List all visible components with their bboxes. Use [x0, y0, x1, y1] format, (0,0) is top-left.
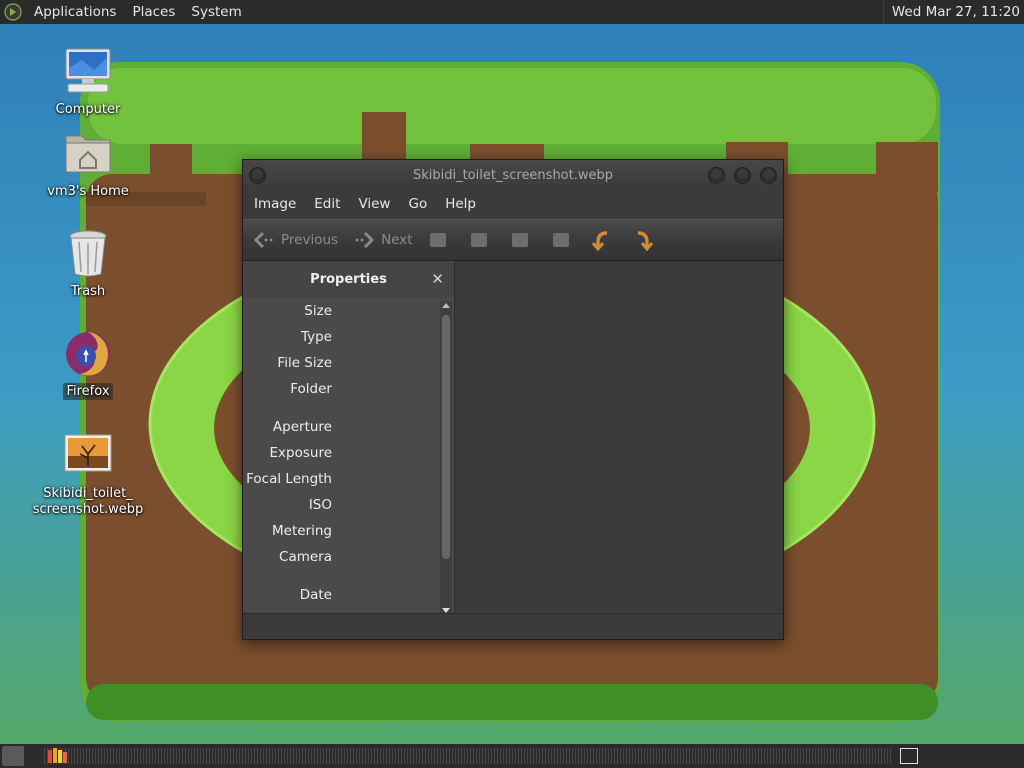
property-type: Type — [300, 329, 332, 345]
top-panel: Applications Places System Wed Mar 27, 1… — [0, 0, 1024, 24]
previous-label: Previous — [281, 232, 339, 248]
show-desktop-button[interactable] — [2, 746, 24, 766]
zoom-out-button[interactable] — [463, 225, 495, 255]
desktop-icon-firefox[interactable]: Firefox — [28, 328, 148, 400]
close-button[interactable] — [760, 167, 777, 184]
desktop-icon-label-line1: Skibidi_toilet_ — [43, 486, 133, 501]
toolbar: Previous Next — [243, 219, 783, 261]
desktop-icon-computer[interactable]: Computer — [28, 46, 148, 118]
window-titlebar[interactable]: Skibidi_toilet_screenshot.webp — [243, 160, 783, 191]
zoom-in-button[interactable] — [422, 225, 454, 255]
zoom-in-icon — [429, 233, 446, 247]
normal-size-icon — [511, 233, 528, 247]
desktop-icon-label: Trash — [70, 284, 106, 299]
zoom-out-icon — [470, 233, 487, 247]
properties-list: Size Type File Size Folder Aperture Expo… — [243, 299, 439, 615]
property-file-size: File Size — [277, 355, 332, 371]
scrollbar-thumb[interactable] — [442, 315, 450, 559]
window-menu-button[interactable] — [249, 167, 266, 184]
best-fit-button[interactable] — [545, 225, 577, 255]
menu-view[interactable]: View — [349, 191, 399, 218]
sidebar-scrollbar[interactable] — [440, 301, 452, 615]
statusbar — [243, 613, 783, 639]
image-view-area[interactable] — [455, 261, 783, 615]
next-label: Next — [381, 232, 413, 248]
scroll-up-arrow-icon[interactable] — [442, 303, 450, 308]
rotate-left-icon — [591, 231, 607, 251]
menu-image[interactable]: Image — [245, 191, 305, 218]
clock[interactable]: Wed Mar 27, 11:20 — [882, 0, 1020, 24]
desktop-icon-label-line2: screenshot.webp — [32, 502, 144, 517]
next-button[interactable]: Next — [353, 225, 413, 255]
window-title: Skibidi_toilet_screenshot.webp — [412, 168, 614, 183]
window-list[interactable] — [44, 748, 892, 764]
arrow-right-icon — [355, 231, 375, 249]
system-menu[interactable]: System — [183, 0, 249, 24]
desktop-icon-label: vm3's Home — [47, 184, 129, 199]
applications-menu[interactable]: Applications — [26, 0, 124, 24]
bottom-panel — [0, 744, 1024, 768]
desktop-icon-image-file[interactable]: Skibidi_toilet_ screenshot.webp — [28, 430, 148, 518]
sidebar-title: Properties — [310, 272, 387, 287]
maximize-button[interactable] — [734, 167, 751, 184]
sidebar-header: Properties ✕ — [243, 261, 454, 298]
desktop-icon-trash[interactable]: Trash — [28, 228, 148, 300]
previous-button[interactable]: Previous — [253, 225, 338, 255]
image-viewer-task-icon[interactable] — [46, 747, 70, 765]
desktop-icon-home[interactable]: vm3's Home — [28, 128, 148, 200]
menu-edit[interactable]: Edit — [305, 191, 349, 218]
property-size: Size — [304, 303, 332, 319]
home-folder-icon — [65, 135, 111, 173]
desktop-icon-label: Computer — [55, 102, 121, 117]
menubar: Image Edit View Go Help — [243, 191, 783, 218]
property-folder: Folder — [290, 381, 332, 397]
firefox-icon — [66, 332, 110, 376]
property-iso: ISO — [308, 497, 332, 513]
desktop-icon-label: Firefox — [63, 383, 113, 400]
sidebar-close-icon[interactable]: ✕ — [431, 270, 444, 288]
image-file-icon — [64, 434, 112, 472]
content-area: Properties ✕ Size Type File Size Folder … — [243, 261, 783, 615]
property-exposure: Exposure — [269, 445, 333, 461]
normal-size-button[interactable] — [504, 225, 536, 255]
best-fit-icon — [552, 233, 569, 247]
mate-logo-icon[interactable] — [0, 0, 26, 24]
places-menu[interactable]: Places — [124, 0, 183, 24]
rotate-right-icon — [637, 231, 653, 251]
menu-help[interactable]: Help — [436, 191, 485, 218]
workspace-switcher[interactable] — [900, 748, 918, 764]
computer-icon — [65, 48, 111, 93]
property-aperture: Aperture — [272, 419, 332, 435]
property-date: Date — [299, 587, 332, 603]
property-metering: Metering — [272, 523, 332, 539]
property-focal-length: Focal Length — [246, 471, 332, 487]
minimize-button[interactable] — [708, 167, 725, 184]
trash-icon — [69, 230, 107, 277]
properties-sidebar: Properties ✕ Size Type File Size Folder … — [243, 261, 455, 615]
image-viewer-window: Skibidi_toilet_screenshot.webp Image Edi… — [242, 159, 784, 640]
property-camera: Camera — [279, 549, 332, 565]
rotate-left-button[interactable] — [586, 225, 618, 255]
rotate-right-button[interactable] — [627, 225, 659, 255]
menu-go[interactable]: Go — [399, 191, 436, 218]
arrow-left-icon — [253, 231, 273, 249]
